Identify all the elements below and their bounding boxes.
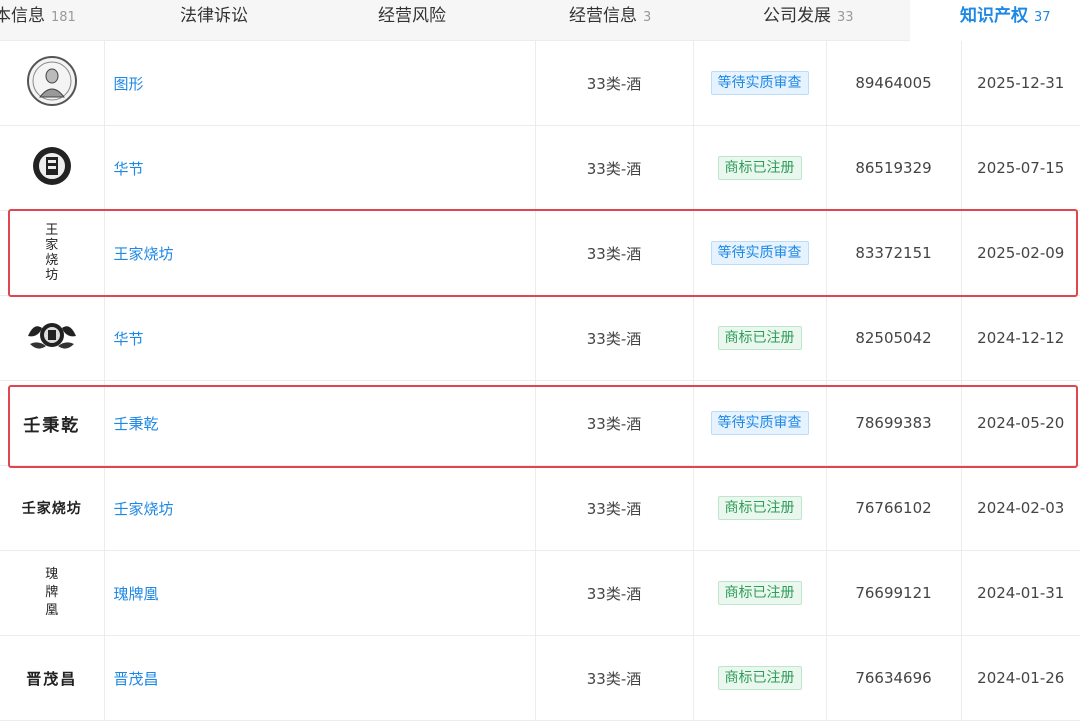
round-seal-logo[interactable] (31, 145, 73, 191)
tab-label: 知识产权 (960, 6, 1028, 26)
status-cell: 商标已注册 (693, 550, 827, 636)
text-logo-small[interactable]: 壬家烧坊 (22, 498, 82, 518)
trademark-class: 33类-酒 (535, 125, 694, 211)
registration-number: 76699121 (826, 550, 962, 636)
status-cell: 等待实质审查 (693, 380, 827, 466)
table-row: 壬秉乾 壬秉乾 33类-酒 等待实质审查 78699383 2024-05-20 (0, 380, 1080, 466)
table-row: 华节 33类-酒 商标已注册 82505042 2024-12-12 (0, 295, 1080, 381)
tab-count: 33 (837, 10, 854, 25)
trademark-class: 33类-酒 (535, 550, 694, 636)
tab-development[interactable]: 公司发展 33 (763, 0, 854, 40)
trademark-table: 图形 33类-酒 等待实质审查 89464005 2025-12-31 华节 3… (0, 41, 1080, 721)
trademark-class: 33类-酒 (535, 380, 694, 466)
application-date: 2024-01-31 (961, 550, 1080, 636)
registration-number: 83372151 (826, 210, 962, 296)
application-date: 2025-07-15 (961, 125, 1080, 211)
portrait-seal-logo[interactable] (26, 55, 78, 111)
logo-cell: 瑰牌凰 (0, 550, 105, 636)
application-date: 2025-02-09 (961, 210, 1080, 296)
trademark-name[interactable]: 王家烧坊 (104, 210, 536, 296)
status-badge: 商标已注册 (717, 156, 802, 180)
status-badge: 等待实质审查 (710, 71, 809, 95)
trademark-name[interactable]: 瑰牌凰 (104, 550, 536, 636)
logo-cell: 壬家烧坊 (0, 465, 105, 551)
registration-number: 78699383 (826, 380, 962, 466)
table-row: 王家烧坊 王家烧坊 33类-酒 等待实质审查 83372151 2025-02-… (0, 210, 1080, 296)
ornate-emblem-logo[interactable] (24, 318, 80, 358)
logo-cell (0, 295, 105, 381)
trademark-name[interactable]: 壬秉乾 (104, 380, 536, 466)
status-badge: 商标已注册 (717, 326, 802, 350)
application-date: 2024-02-03 (961, 465, 1080, 551)
logo-cell: 王家烧坊 (0, 210, 105, 296)
table-row: 晋茂昌 晋茂昌 33类-酒 商标已注册 76634696 2024-01-26 (0, 635, 1080, 721)
status-badge: 等待实质审查 (710, 241, 809, 265)
tab-count: 181 (51, 10, 76, 25)
table-row: 瑰牌凰 瑰牌凰 33类-酒 商标已注册 76699121 2024-01-31 (0, 550, 1080, 636)
trademark-class: 33类-酒 (535, 41, 694, 126)
tab-legal[interactable]: 法律诉讼 (180, 0, 248, 40)
status-badge: 等待实质审查 (710, 411, 809, 435)
registration-number: 76766102 (826, 465, 962, 551)
status-cell: 商标已注册 (693, 295, 827, 381)
trademark-name[interactable]: 华节 (104, 125, 536, 211)
status-cell: 商标已注册 (693, 125, 827, 211)
trademark-class: 33类-酒 (535, 465, 694, 551)
registration-number: 76634696 (826, 635, 962, 721)
logo-cell: 晋茂昌 (0, 635, 105, 721)
tab-ip[interactable]: 知识产权 37 (910, 0, 1080, 41)
application-date: 2025-12-31 (961, 41, 1080, 126)
tab-basic-info[interactable]: 本信息 181 (0, 0, 76, 40)
registration-number: 89464005 (826, 41, 962, 126)
trademark-name[interactable]: 晋茂昌 (104, 635, 536, 721)
status-cell: 等待实质审查 (693, 41, 827, 126)
text-logo[interactable]: 壬秉乾 (23, 411, 80, 436)
logo-cell (0, 125, 105, 211)
status-badge: 商标已注册 (717, 496, 802, 520)
tab-label: 法律诉讼 (180, 6, 248, 26)
registration-number: 82505042 (826, 295, 962, 381)
application-date: 2024-01-26 (961, 635, 1080, 721)
text-logo[interactable]: 晋茂昌 (26, 668, 77, 689)
status-cell: 商标已注册 (693, 465, 827, 551)
tab-count: 37 (1034, 10, 1051, 25)
table-row: 图形 33类-酒 等待实质审查 89464005 2025-12-31 (0, 41, 1080, 126)
vertical-text-logo[interactable]: 瑰牌凰 (43, 566, 61, 620)
status-badge: 商标已注册 (717, 666, 802, 690)
vertical-calligraphy-logo[interactable]: 王家烧坊 (45, 223, 59, 283)
table-row: 壬家烧坊 壬家烧坊 33类-酒 商标已注册 76766102 2024-02-0… (0, 465, 1080, 551)
trademark-class: 33类-酒 (535, 295, 694, 381)
trademark-class: 33类-酒 (535, 210, 694, 296)
tab-label: 公司发展 (763, 6, 831, 26)
tab-label: 本信息 (0, 6, 45, 26)
status-cell: 等待实质审查 (693, 210, 827, 296)
logo-cell: 壬秉乾 (0, 380, 105, 466)
tab-bar: 本信息 181 法律诉讼 经营风险 经营信息 3 公司发展 33 知识产权 37 (0, 0, 1080, 41)
application-date: 2024-05-20 (961, 380, 1080, 466)
status-cell: 商标已注册 (693, 635, 827, 721)
registration-number: 86519329 (826, 125, 962, 211)
trademark-name[interactable]: 图形 (104, 41, 536, 126)
tab-count: 3 (643, 10, 652, 25)
logo-cell (0, 41, 105, 126)
tab-label: 经营信息 (569, 6, 637, 26)
table-row: 华节 33类-酒 商标已注册 86519329 2025-07-15 (0, 125, 1080, 211)
application-date: 2024-12-12 (961, 295, 1080, 381)
status-badge: 商标已注册 (717, 581, 802, 605)
trademark-class: 33类-酒 (535, 635, 694, 721)
trademark-name[interactable]: 壬家烧坊 (104, 465, 536, 551)
trademark-name[interactable]: 华节 (104, 295, 536, 381)
tab-operation[interactable]: 经营信息 3 (569, 0, 651, 40)
tab-risk[interactable]: 经营风险 (378, 0, 446, 40)
tab-label: 经营风险 (378, 6, 446, 26)
